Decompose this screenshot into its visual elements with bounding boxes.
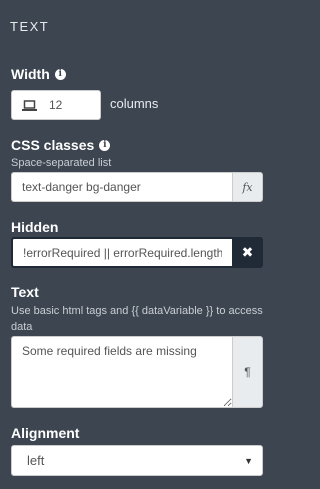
alignment-label: Alignment bbox=[11, 425, 79, 441]
hidden-group: ✖ bbox=[11, 237, 263, 268]
css-classes-group: fx bbox=[11, 172, 263, 202]
laptop-icon bbox=[22, 99, 37, 111]
alignment-label-text: Alignment bbox=[11, 425, 80, 441]
panel-title: TEXT bbox=[10, 19, 50, 34]
hidden-input[interactable] bbox=[11, 237, 232, 268]
text-group: Some required fields are missing ¶ bbox=[11, 336, 263, 408]
info-icon[interactable]: i bbox=[54, 68, 66, 80]
alignment-selected: left bbox=[27, 453, 45, 468]
width-label: Width i bbox=[11, 66, 66, 82]
clear-button[interactable]: ✖ bbox=[232, 237, 263, 268]
width-label-text: Width bbox=[11, 66, 50, 82]
fx-button[interactable]: fx bbox=[232, 172, 263, 202]
info-icon[interactable]: i bbox=[99, 139, 111, 151]
paragraph-button[interactable]: ¶ bbox=[232, 336, 263, 408]
text-help: Use basic html tags and {{ dataVariable … bbox=[11, 305, 263, 333]
width-input[interactable] bbox=[49, 98, 89, 112]
css-classes-label-text: CSS classes bbox=[11, 137, 95, 153]
css-classes-label: CSS classes i bbox=[11, 137, 111, 153]
hidden-label-text: Hidden bbox=[11, 219, 59, 235]
text-label: Text bbox=[11, 284, 39, 300]
chevron-down-icon: ▼ bbox=[244, 455, 253, 466]
text-textarea[interactable]: Some required fields are missing bbox=[11, 336, 232, 408]
text-label-text: Text bbox=[11, 284, 39, 300]
css-classes-help: Space-separated list bbox=[11, 157, 112, 169]
hidden-label: Hidden bbox=[11, 219, 58, 235]
alignment-select[interactable]: left ▼ bbox=[11, 445, 263, 476]
css-classes-input[interactable] bbox=[11, 172, 232, 202]
columns-label: columns bbox=[110, 96, 159, 111]
width-field[interactable] bbox=[11, 90, 101, 120]
